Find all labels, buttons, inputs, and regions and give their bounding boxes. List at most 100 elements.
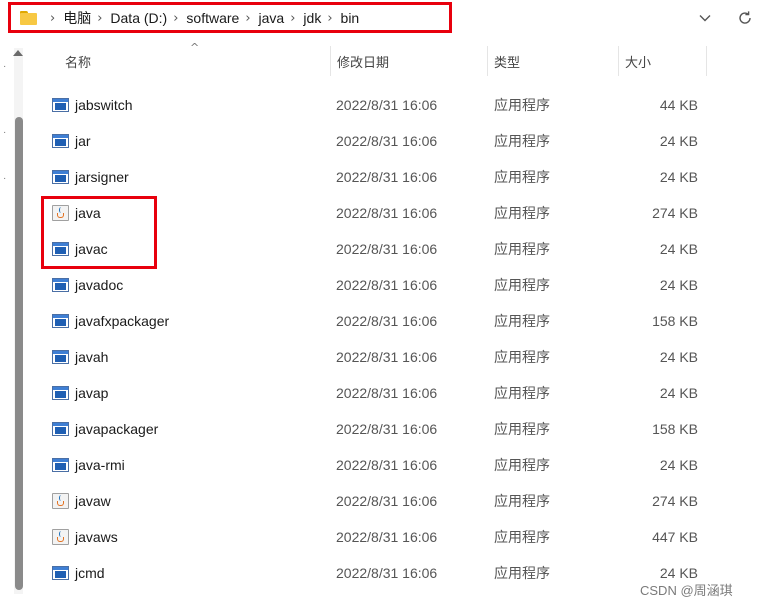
application-icon — [52, 133, 70, 149]
file-size: 24 KB — [659, 133, 698, 149]
file-row[interactable]: javap 2022/8/31 16:06 应用程序 24 KB — [46, 375, 726, 411]
file-type: 应用程序 — [494, 457, 550, 473]
file-modified-date: 2022/8/31 16:06 — [336, 133, 438, 149]
column-header-type[interactable]: 类型 — [494, 44, 520, 78]
file-name-cell[interactable]: jcmd — [52, 555, 105, 591]
file-name: javapackager — [75, 421, 159, 437]
file-name-cell[interactable]: javafxpackager — [52, 303, 169, 339]
file-size: 158 KB — [652, 421, 698, 437]
address-bar-actions — [691, 0, 767, 36]
column-divider[interactable] — [487, 46, 488, 76]
file-name: jabswitch — [75, 97, 133, 113]
file-modified-date: 2022/8/31 16:06 — [336, 385, 438, 401]
file-modified-date: 2022/8/31 16:06 — [336, 349, 438, 365]
file-row[interactable]: jarsigner 2022/8/31 16:06 应用程序 24 KB — [46, 159, 726, 195]
file-type: 应用程序 — [494, 241, 550, 257]
address-history-button[interactable] — [691, 4, 719, 32]
file-type: 应用程序 — [494, 313, 550, 329]
file-name-cell[interactable]: jar — [52, 123, 91, 159]
breadcrumb-highlight-box — [8, 2, 452, 33]
file-type: 应用程序 — [494, 205, 550, 221]
column-divider[interactable] — [330, 46, 331, 76]
scrollbar-thumb[interactable] — [15, 117, 23, 590]
column-header-date[interactable]: 修改日期 — [337, 44, 389, 78]
java-app-icon — [52, 529, 70, 545]
file-row[interactable]: javapackager 2022/8/31 16:06 应用程序 158 KB — [46, 411, 726, 447]
file-name-cell[interactable]: jarsigner — [52, 159, 129, 195]
file-row[interactable]: jcmd 2022/8/31 16:06 应用程序 24 KB — [46, 555, 726, 591]
file-size: 447 KB — [652, 529, 698, 545]
file-modified-date: 2022/8/31 16:06 — [336, 277, 438, 293]
application-icon — [52, 349, 70, 365]
java-javac-highlight-box — [41, 196, 157, 269]
file-type: 应用程序 — [494, 565, 550, 581]
file-name: javadoc — [75, 277, 124, 293]
file-modified-date: 2022/8/31 16:06 — [336, 205, 438, 221]
file-row[interactable]: javah 2022/8/31 16:06 应用程序 24 KB — [46, 339, 726, 375]
file-type: 应用程序 — [494, 277, 550, 293]
file-row[interactable]: jar 2022/8/31 16:06 应用程序 24 KB — [46, 123, 726, 159]
sort-ascending-icon: ^ — [190, 41, 200, 54]
file-type: 应用程序 — [494, 529, 550, 545]
file-modified-date: 2022/8/31 16:06 — [336, 493, 438, 509]
column-divider[interactable] — [706, 46, 707, 76]
file-modified-date: 2022/8/31 16:06 — [336, 529, 438, 545]
file-name: javaws — [75, 529, 118, 545]
file-name-cell[interactable]: javapackager — [52, 411, 158, 447]
file-size: 44 KB — [659, 97, 698, 113]
file-modified-date: 2022/8/31 16:06 — [336, 313, 438, 329]
file-row[interactable]: javaw 2022/8/31 16:06 应用程序 274 KB — [46, 483, 726, 519]
file-name: java-rmi — [75, 457, 125, 473]
application-icon — [52, 97, 70, 113]
address-bar: › 电脑 › Data (D:) › software › java › jdk… — [0, 0, 767, 36]
file-row[interactable]: javaws 2022/8/31 16:06 应用程序 447 KB — [46, 519, 726, 555]
file-type: 应用程序 — [494, 385, 550, 401]
edge-tick: · — [3, 173, 7, 184]
file-name: jcmd — [75, 565, 105, 581]
file-size: 24 KB — [659, 241, 698, 257]
file-modified-date: 2022/8/31 16:06 — [336, 241, 438, 257]
file-name: jar — [75, 133, 91, 149]
file-type: 应用程序 — [494, 97, 550, 113]
file-name-cell[interactable]: java-rmi — [52, 447, 125, 483]
application-icon — [52, 457, 70, 473]
file-name-cell[interactable]: javadoc — [52, 267, 123, 303]
file-row[interactable]: javadoc 2022/8/31 16:06 应用程序 24 KB — [46, 267, 726, 303]
java-app-icon — [52, 493, 70, 509]
file-size: 274 KB — [652, 205, 698, 221]
watermark: CSDN @周涵琪 — [640, 583, 733, 598]
file-name: javafxpackager — [75, 313, 170, 329]
file-type: 应用程序 — [494, 421, 550, 437]
application-icon — [52, 313, 70, 329]
file-explorer-window: › 电脑 › Data (D:) › software › java › jdk… — [0, 0, 767, 606]
file-size: 24 KB — [659, 277, 698, 293]
file-size: 24 KB — [659, 169, 698, 185]
application-icon — [52, 421, 70, 437]
refresh-icon — [739, 11, 751, 24]
scroll-up-arrow-icon[interactable] — [13, 50, 23, 56]
application-icon — [52, 565, 70, 581]
column-header-name[interactable]: 名称 — [65, 44, 91, 78]
file-row[interactable]: jabswitch 2022/8/31 16:06 应用程序 44 KB — [46, 87, 726, 123]
file-list: jabswitch 2022/8/31 16:06 应用程序 44 KB jar 2022… — [46, 78, 726, 606]
column-header-size[interactable]: 大小 — [625, 44, 651, 78]
file-name: jarsigner — [75, 169, 129, 185]
column-divider[interactable] — [618, 46, 619, 76]
file-modified-date: 2022/8/31 16:06 — [336, 169, 438, 185]
refresh-button[interactable] — [731, 4, 759, 32]
file-size: 274 KB — [652, 493, 698, 509]
file-row[interactable]: java-rmi 2022/8/31 16:06 应用程序 24 KB — [46, 447, 726, 483]
file-size: 24 KB — [659, 385, 698, 401]
file-name: javaw — [75, 493, 111, 509]
file-row[interactable]: javafxpackager 2022/8/31 16:06 应用程序 158 KB — [46, 303, 726, 339]
application-icon — [52, 385, 70, 401]
file-name-cell[interactable]: javap — [52, 375, 108, 411]
edge-tick: · — [3, 61, 7, 72]
file-name-cell[interactable]: javah — [52, 339, 108, 375]
file-modified-date: 2022/8/31 16:06 — [336, 421, 438, 437]
file-name-cell[interactable]: javaws — [52, 519, 118, 555]
file-name-cell[interactable]: jabswitch — [52, 87, 133, 123]
column-header-row: ^ 名称 修改日期 类型 大小 — [46, 41, 726, 78]
file-name: javap — [75, 385, 109, 401]
file-name-cell[interactable]: javaw — [52, 483, 111, 519]
